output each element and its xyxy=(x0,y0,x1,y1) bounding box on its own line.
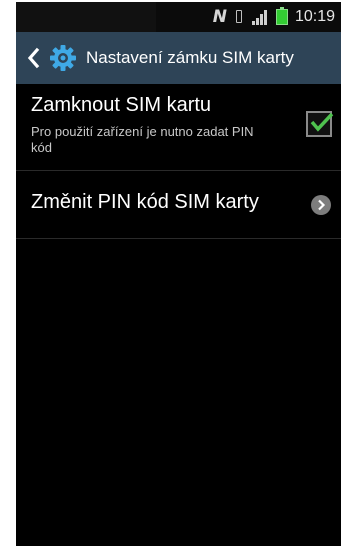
signal-icon xyxy=(251,9,269,25)
status-bar-left xyxy=(16,2,156,32)
gear-icon[interactable] xyxy=(48,43,78,73)
status-icons: N 10:19 xyxy=(213,7,335,27)
nfc-icon: N xyxy=(212,7,227,27)
action-bar: Nastavení zámku SIM karty xyxy=(16,32,341,84)
lock-sim-setting[interactable]: Zamknout SIM kartu Pro použití zařízení … xyxy=(16,84,341,171)
clock: 10:19 xyxy=(294,8,335,25)
chevron-left-icon[interactable] xyxy=(22,38,44,78)
settings-list: Zamknout SIM kartu Pro použití zařízení … xyxy=(16,84,341,239)
change-pin-title: Změnit PIN kód SIM karty xyxy=(31,191,259,213)
lock-sim-title: Zamknout SIM kartu xyxy=(31,94,212,116)
status-bar: N 10:19 xyxy=(16,2,341,32)
phone-screen: N 10:19 Nastavení zámku SIM karty Zamkno… xyxy=(16,2,341,546)
chevron-right-icon[interactable] xyxy=(311,195,331,215)
vibrate-icon xyxy=(233,9,245,25)
change-pin-setting[interactable]: Změnit PIN kód SIM karty xyxy=(16,171,341,239)
lock-sim-summary: Pro použití zařízení je nutno zadat PIN … xyxy=(31,124,254,155)
page-title: Nastavení zámku SIM karty xyxy=(86,48,294,67)
battery-icon xyxy=(275,7,288,25)
checkmark-icon xyxy=(310,112,334,132)
lock-sim-checkbox[interactable] xyxy=(306,111,334,137)
